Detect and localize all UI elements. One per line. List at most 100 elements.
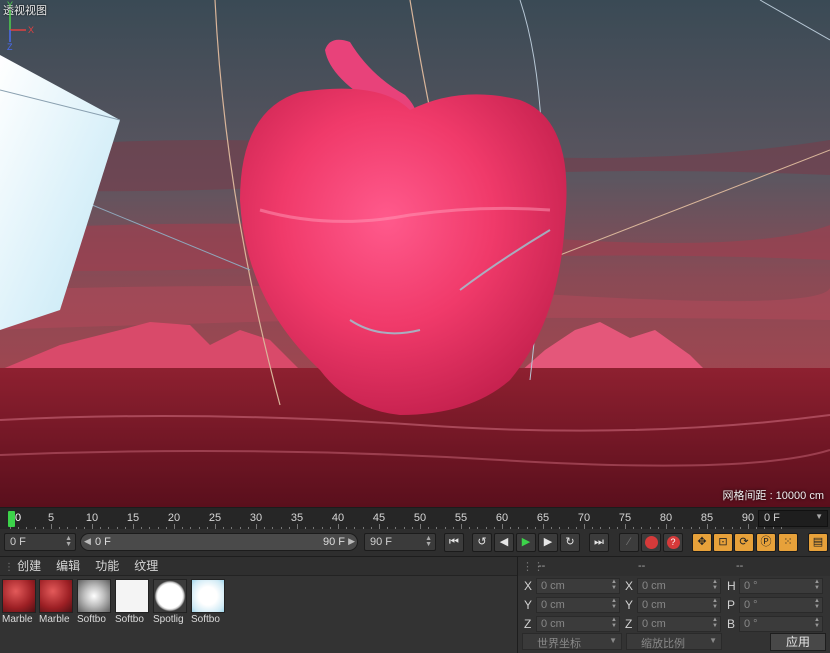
scale-key-button[interactable]: ⊡: [713, 533, 733, 552]
axis-y-label: Y: [7, 0, 13, 10]
ruler-tick-label: 35: [290, 512, 304, 524]
size-z-field[interactable]: 0 cm ▲ ▼: [637, 616, 721, 632]
pos-z-field[interactable]: 0 cm ▲ ▼: [536, 616, 620, 632]
range-start-value: 0 F: [95, 536, 111, 548]
next-frame-button[interactable]: ▶: [538, 533, 558, 552]
spinner-icon[interactable]: ▲ ▼: [65, 535, 72, 548]
play-button[interactable]: ▶: [516, 533, 536, 552]
ruler-tick-label: 10: [85, 512, 99, 524]
scale-ratio-value: 缩放比例: [641, 638, 685, 650]
key-icon: ⁄: [628, 536, 630, 548]
material-item[interactable]: Softbo: [115, 579, 149, 627]
world-coordinates-dropdown[interactable]: 世界坐标 ▼: [522, 633, 622, 650]
material-item[interactable]: Softbo: [191, 579, 225, 627]
rot-p-field[interactable]: 0 ° ▲ ▼: [739, 597, 823, 613]
ruler-tick-label: 60: [495, 512, 509, 524]
ruler-tick-label: 15: [126, 512, 140, 524]
prev-key-button[interactable]: ↺: [472, 533, 492, 552]
point-level-button[interactable]: ⁙: [778, 533, 798, 552]
material-item[interactable]: Softbo: [77, 579, 111, 627]
grid-spacing-readout: 网格间距 : 10000 cm: [722, 490, 824, 502]
position-header: --: [538, 560, 546, 572]
rotate-key-button[interactable]: ⟳: [734, 533, 754, 552]
material-name: Marble: [39, 614, 70, 625]
ruler-tick-label: 20: [167, 512, 181, 524]
timeline-playhead[interactable]: [8, 511, 15, 527]
softbox-swatch: [115, 579, 149, 613]
step-forward-icon: ▶: [543, 536, 553, 548]
menu-edit[interactable]: 编辑: [56, 557, 80, 575]
end-frame-value: 90 F: [370, 536, 393, 548]
pos-y-field[interactable]: 0 cm ▲ ▼: [536, 597, 620, 613]
key-mode-button[interactable]: ⁄: [619, 533, 639, 552]
menu-texture[interactable]: 纹理: [134, 557, 158, 575]
end-frame-field[interactable]: 90 F ▲ ▼: [364, 533, 436, 551]
play-icon: ▶: [521, 536, 531, 548]
film-icon: ▤: [812, 536, 824, 548]
marble-swatch: [39, 579, 73, 613]
timeline-layout-button[interactable]: ▤: [808, 533, 828, 552]
ruler-tick-label: 85: [700, 512, 714, 524]
record-button[interactable]: [641, 533, 661, 552]
animation-toolbar: 0 F ▲ ▼ ◀ 0 F 90 F ▶ 90 F ▲ ▼ ⏮ ↺ ◀ ▶ ▶ ↻ …: [0, 529, 830, 556]
move-icon: ✥: [697, 536, 707, 548]
current-frame-value: 0 F: [764, 512, 780, 524]
apply-button[interactable]: 应用: [770, 633, 826, 651]
next-key-button[interactable]: ↻: [560, 533, 580, 552]
go-to-start-button[interactable]: ⏮: [444, 533, 464, 552]
range-right-arrow-icon[interactable]: ▶: [348, 536, 355, 547]
move-key-button[interactable]: ✥: [692, 533, 712, 552]
material-item[interactable]: Spotlig: [153, 579, 187, 627]
size-x-field[interactable]: 0 cm ▲ ▼: [637, 578, 721, 594]
ruler-tick-label: 30: [249, 512, 263, 524]
spotlight-swatch: [153, 579, 187, 613]
ruler-tick-label: 55: [454, 512, 468, 524]
chevron-down-icon: ▼: [709, 636, 717, 645]
ruler-tick-label: 5: [47, 512, 55, 524]
rotation-header: --: [736, 560, 744, 572]
material-name: Spotlig: [153, 614, 184, 625]
material-menubar: ⋮⋮ 创建 编辑 功能 纹理: [0, 557, 517, 576]
ruler-tick-label: 80: [659, 512, 673, 524]
material-item[interactable]: Marble: [39, 579, 73, 627]
chevron-down-icon: ▼: [815, 512, 823, 521]
pos-x-field[interactable]: 0 cm ▲ ▼: [536, 578, 620, 594]
softbox-swatch: [77, 579, 111, 613]
chevron-down-icon: ▼: [609, 636, 617, 645]
rewind-key-icon: ↺: [477, 536, 487, 548]
softbox-blue-swatch: [191, 579, 225, 613]
timeline-ruler[interactable]: 0 5 10 15 20 25 30 35 40 45 50 55 60 65 70 75 80 85 90 0 F…: [0, 507, 830, 530]
size-y-field[interactable]: 0 cm ▲ ▼: [637, 597, 721, 613]
scale-ratio-dropdown[interactable]: 缩放比例 ▼: [626, 633, 722, 650]
ruler-track[interactable]: 0 5 10 15 20 25 30 35 40 45 50 55 60 65 70 75 80 85 90: [0, 508, 782, 530]
ruler-tick-label: 65: [536, 512, 550, 524]
step-back-icon: ◀: [499, 536, 509, 548]
start-frame-field[interactable]: 0 F ▲ ▼: [4, 533, 76, 551]
question-icon: ?: [666, 536, 680, 549]
pos-x-label: X: [524, 579, 533, 593]
rot-b-field[interactable]: 0 ° ▲ ▼: [739, 616, 823, 632]
range-left-arrow-icon[interactable]: ◀: [84, 536, 91, 547]
current-frame-field[interactable]: 0 F ▼: [758, 510, 828, 527]
ruler-tick-label: 0: [14, 512, 22, 524]
preview-range-slider[interactable]: ◀ 0 F 90 F ▶: [80, 533, 358, 551]
size-header: --: [638, 560, 646, 572]
prev-frame-button[interactable]: ◀: [494, 533, 514, 552]
forward-key-icon: ↻: [565, 536, 575, 548]
coordinate-manager: ⋮⋮ -- -- -- X 0 cm ▲ ▼ X 0 cm ▲ ▼ H 0 ° ▲ ▼ Y …: [517, 556, 830, 653]
ruler-tick-label: 50: [413, 512, 427, 524]
material-item[interactable]: Marble: [2, 579, 36, 627]
menu-create[interactable]: 创建: [17, 557, 41, 575]
spinner-icon[interactable]: ▲ ▼: [425, 535, 432, 548]
ruler-tick-label: 75: [618, 512, 632, 524]
record-icon: [644, 536, 658, 549]
ruler-tick-label: 45: [372, 512, 386, 524]
rot-h-field[interactable]: 0 ° ▲ ▼: [739, 578, 823, 594]
param-key-button[interactable]: Ⓟ: [756, 533, 776, 552]
perspective-viewport[interactable]: 透视视图 Y X Z 网格间距 : 10000 cm: [0, 0, 830, 507]
menu-function[interactable]: 功能: [95, 557, 119, 575]
auto-key-button[interactable]: ?: [663, 533, 683, 552]
panel-grip-icon[interactable]: ⋮⋮: [4, 562, 24, 573]
ruler-tick-label: 25: [208, 512, 222, 524]
go-to-end-button[interactable]: ⏭: [589, 533, 609, 552]
